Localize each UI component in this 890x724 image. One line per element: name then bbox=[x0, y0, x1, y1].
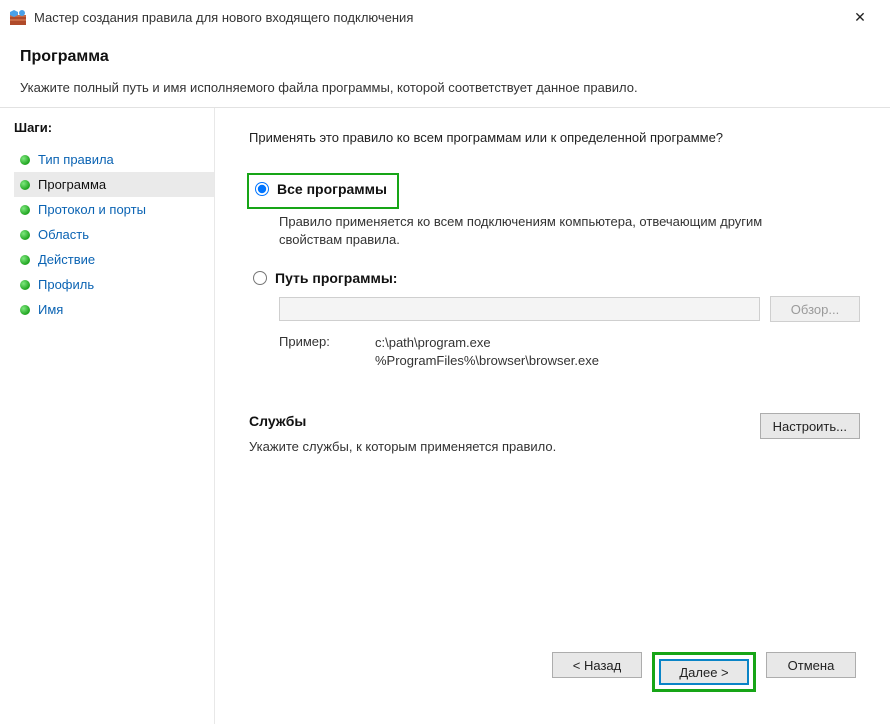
bullet-icon bbox=[20, 155, 30, 165]
close-button[interactable]: ✕ bbox=[840, 3, 880, 31]
page-title: Программа bbox=[20, 48, 870, 66]
step-label: Имя bbox=[38, 302, 63, 317]
page-subtitle: Укажите полный путь и имя исполняемого ф… bbox=[20, 80, 870, 95]
services-heading: Службы bbox=[249, 413, 556, 429]
step-action[interactable]: Действие bbox=[14, 247, 214, 272]
step-label: Протокол и порты bbox=[38, 202, 146, 217]
wizard-window: Мастер создания правила для нового входя… bbox=[0, 0, 890, 724]
highlight-next: Далее > bbox=[652, 652, 756, 692]
steps-heading: Шаги: bbox=[14, 118, 214, 137]
steps-sidebar: Шаги: Тип правила Программа Протокол и п… bbox=[0, 108, 215, 724]
firewall-icon bbox=[10, 9, 26, 25]
step-label: Действие bbox=[38, 252, 95, 267]
footer-buttons: < Назад Далее > Отмена bbox=[249, 638, 860, 714]
step-label: Область bbox=[38, 227, 89, 242]
titlebar: Мастер создания правила для нового входя… bbox=[0, 0, 890, 34]
window-title: Мастер создания правила для нового входя… bbox=[34, 10, 840, 25]
step-label: Тип правила bbox=[38, 152, 114, 167]
back-button[interactable]: < Назад bbox=[552, 652, 642, 678]
radio-program-path[interactable] bbox=[253, 271, 267, 285]
prompt-text: Применять это правило ко всем программам… bbox=[249, 130, 860, 145]
cancel-button[interactable]: Отмена bbox=[766, 652, 856, 678]
step-label: Программа bbox=[38, 177, 106, 192]
step-rule-type[interactable]: Тип правила bbox=[14, 147, 214, 172]
step-protocol-ports[interactable]: Протокол и порты bbox=[14, 197, 214, 222]
main-panel: Применять это правило ко всем программам… bbox=[215, 108, 890, 724]
example-line-2: %ProgramFiles%\browser\browser.exe bbox=[375, 352, 599, 370]
configure-services-button[interactable]: Настроить... bbox=[760, 413, 860, 439]
step-profile[interactable]: Профиль bbox=[14, 272, 214, 297]
step-scope[interactable]: Область bbox=[14, 222, 214, 247]
step-name[interactable]: Имя bbox=[14, 297, 214, 322]
step-label: Профиль bbox=[38, 277, 94, 292]
bullet-icon bbox=[20, 255, 30, 265]
bullet-icon bbox=[20, 180, 30, 190]
browse-button[interactable]: Обзор... bbox=[770, 296, 860, 322]
example-line-1: c:\path\program.exe bbox=[375, 334, 599, 352]
example-label: Пример: bbox=[279, 334, 339, 369]
header-section: Программа Укажите полный путь и имя испо… bbox=[0, 34, 890, 107]
bullet-icon bbox=[20, 230, 30, 240]
highlight-all-programs: Все программы bbox=[247, 173, 399, 209]
bullet-icon bbox=[20, 205, 30, 215]
example-row: Пример: c:\path\program.exe %ProgramFile… bbox=[279, 334, 860, 369]
radio-all-programs-label: Все программы bbox=[277, 181, 387, 197]
radio-all-programs[interactable] bbox=[255, 182, 269, 196]
radio-program-path-label: Путь программы: bbox=[275, 270, 397, 286]
next-button[interactable]: Далее > bbox=[659, 659, 749, 685]
program-path-input[interactable] bbox=[279, 297, 760, 321]
bullet-icon bbox=[20, 280, 30, 290]
bullet-icon bbox=[20, 305, 30, 315]
services-description: Укажите службы, к которым применяется пр… bbox=[249, 439, 556, 454]
all-programs-description: Правило применяется ко всем подключениям… bbox=[279, 213, 819, 248]
step-program[interactable]: Программа bbox=[14, 172, 214, 197]
